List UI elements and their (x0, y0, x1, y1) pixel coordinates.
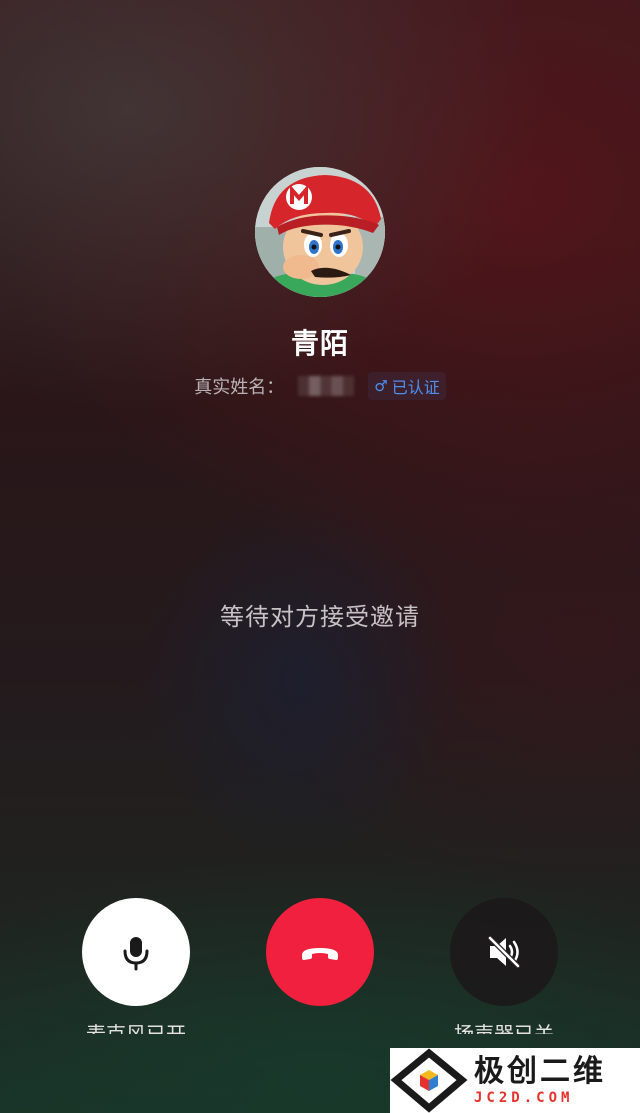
caller-avatar (255, 167, 385, 297)
phone-hangup-icon (302, 948, 338, 960)
caller-name: 青陌 (290, 327, 349, 360)
speaker-button[interactable] (450, 898, 558, 1006)
watermark: 极创二维 JC2D.COM (390, 1048, 640, 1113)
avatar-image (255, 167, 385, 297)
realname-row: 真实姓名： ♂ 已认证 (0, 372, 640, 400)
call-status: 等待对方接受邀请 (220, 603, 420, 631)
watermark-url: JC2D.COM (474, 1089, 574, 1106)
microphone-icon (123, 937, 149, 971)
speaker-label: 扬声器已关 (454, 1022, 554, 1034)
watermark-title: 极创二维 (474, 1053, 606, 1089)
verified-badge: ♂ 已认证 (368, 372, 446, 400)
verified-label: 已认证 (391, 378, 440, 397)
blurred-realname (298, 376, 355, 396)
male-gender-icon: ♂ (374, 377, 388, 395)
jc2d-logo-icon (390, 1048, 468, 1113)
speaker-muted-icon (487, 935, 521, 969)
microphone-button[interactable] (82, 898, 190, 1006)
hangup-button[interactable] (266, 898, 374, 1006)
realname-label: 真实姓名： (194, 377, 285, 398)
microphone-label: 麦克风已开 (86, 1022, 186, 1034)
